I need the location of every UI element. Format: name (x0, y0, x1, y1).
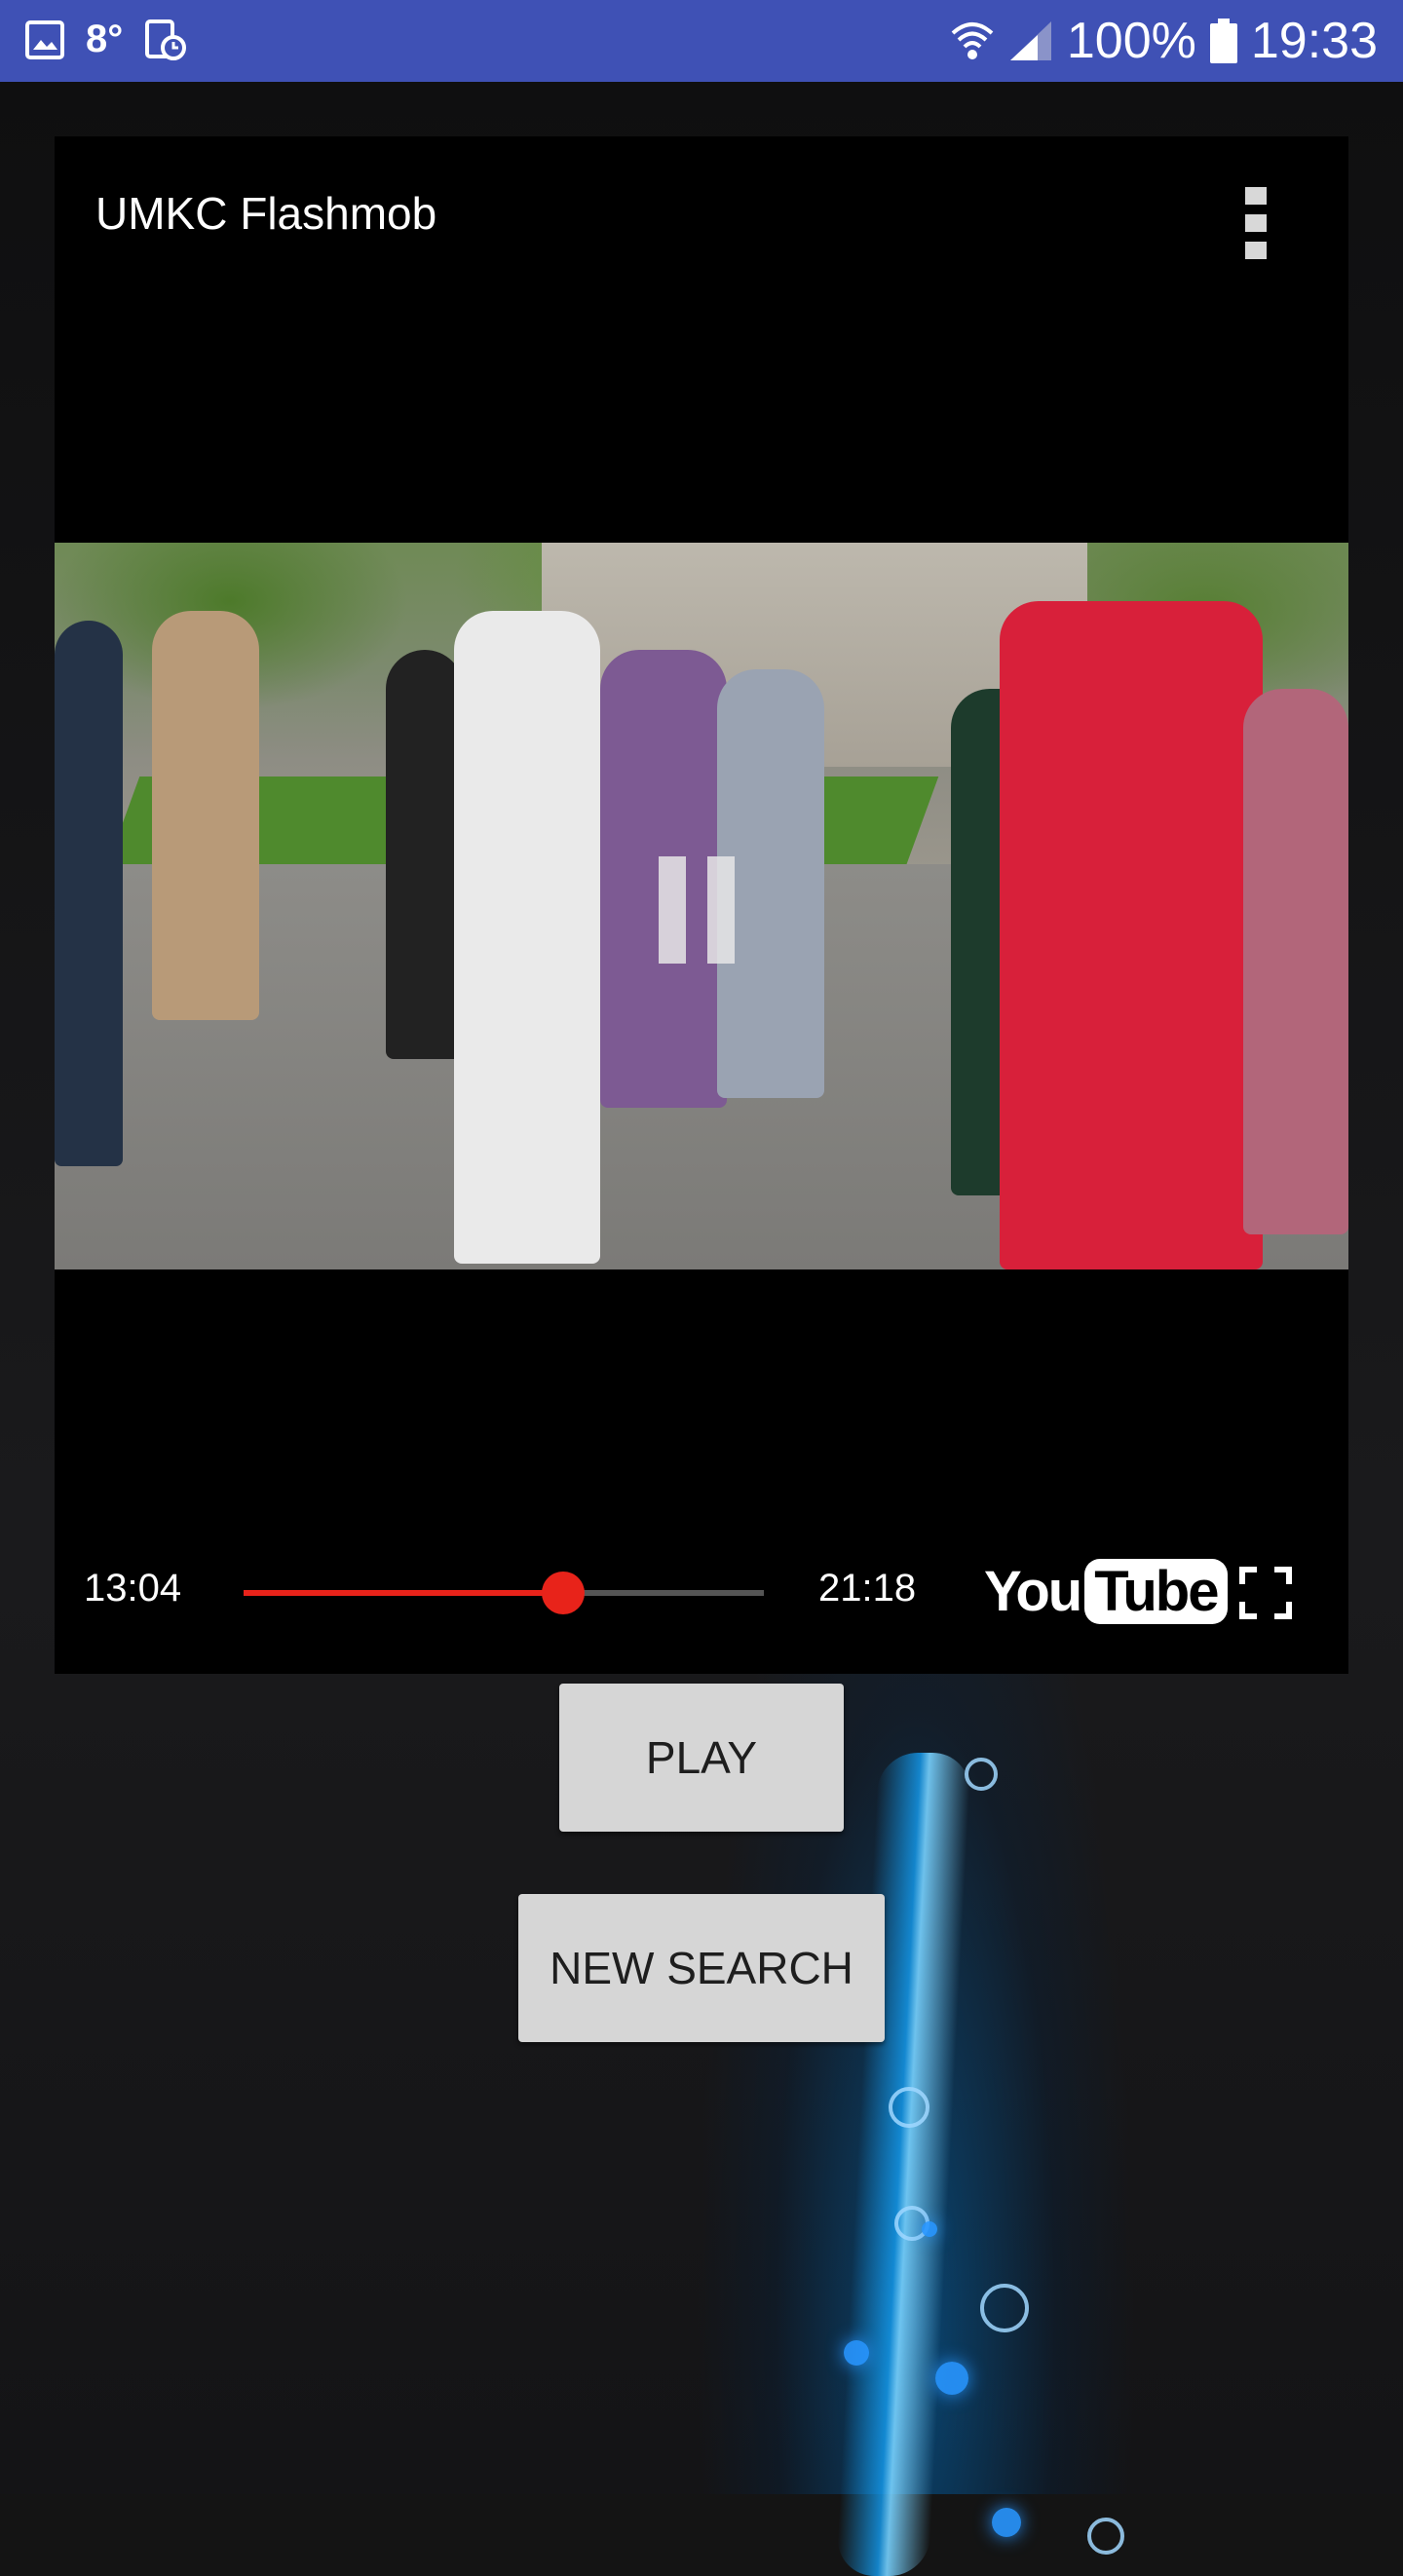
youtube-logo[interactable]: You Tube (984, 1559, 1228, 1624)
battery-icon (1209, 19, 1237, 63)
wifi-icon (951, 22, 994, 59)
total-time: 21:18 (818, 1567, 917, 1610)
video-dancer (1243, 689, 1348, 1234)
video-title: UMKC Flashmob (95, 188, 437, 239)
fullscreen-icon[interactable] (1239, 1567, 1292, 1619)
seek-bar-thumb[interactable] (542, 1572, 586, 1614)
current-time: 13:04 (84, 1567, 182, 1610)
video-dancer (454, 611, 600, 1264)
screen-recorder-icon (145, 19, 187, 60)
wallpaper-dot (922, 2221, 937, 2237)
gallery-icon (25, 19, 64, 59)
pause-icon[interactable] (659, 856, 735, 964)
wallpaper-ring (965, 1758, 998, 1791)
youtube-player[interactable]: UMKC Flashmob 13:04 21:18 You Tube (55, 136, 1348, 1674)
wallpaper-dot (935, 2362, 968, 2395)
new-search-button[interactable]: NEW SEARCH (518, 1894, 885, 2042)
video-dancer (1000, 601, 1263, 1269)
battery-percent: 100% (1066, 13, 1196, 69)
temperature: 8° (86, 18, 124, 60)
video-dancer (55, 621, 123, 1166)
clock: 19:33 (1250, 13, 1378, 69)
video-frame[interactable] (55, 543, 1348, 1269)
wallpaper-dot (992, 2508, 1021, 2537)
seek-bar[interactable] (244, 1572, 764, 1614)
youtube-logo-you: You (984, 1560, 1082, 1623)
signal-icon (1009, 21, 1051, 60)
youtube-logo-tube: Tube (1084, 1559, 1228, 1624)
video-dancer (386, 650, 464, 1059)
play-button[interactable]: PLAY (559, 1684, 844, 1832)
wallpaper-light-streak (835, 1753, 972, 2576)
status-bar: 8° 100% 19:33 (0, 0, 1403, 82)
wallpaper-dot (844, 2340, 869, 2366)
overflow-menu-icon[interactable] (1245, 187, 1267, 259)
video-dancer (152, 611, 259, 1020)
wallpaper-ring (889, 2087, 929, 2128)
seek-bar-played (244, 1590, 564, 1596)
wallpaper-ring (1087, 2518, 1124, 2555)
wallpaper-ring (980, 2284, 1029, 2332)
